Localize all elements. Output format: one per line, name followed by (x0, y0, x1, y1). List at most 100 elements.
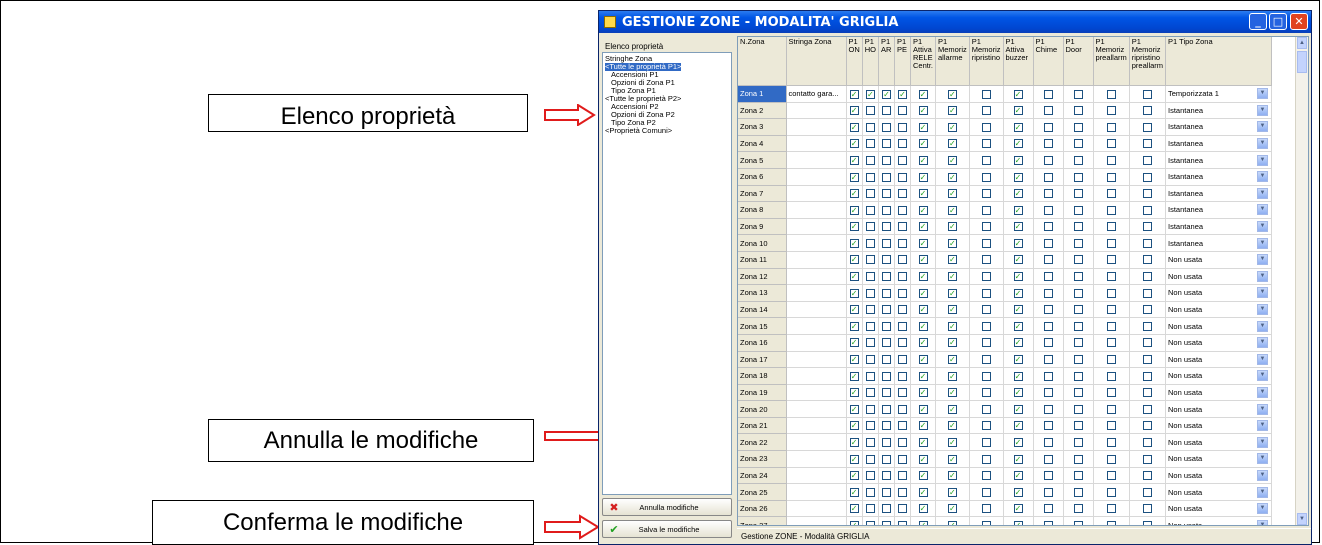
zone-type-select[interactable]: Istantanea ▼ (1168, 204, 1269, 216)
unchecked-checkbox[interactable] (1106, 238, 1116, 248)
zone-string-cell[interactable]: contatto gara... (786, 85, 847, 103)
unchecked-checkbox[interactable] (882, 321, 891, 331)
unchecked-checkbox[interactable] (898, 388, 907, 398)
checked-checkbox[interactable]: ✓ (918, 89, 928, 99)
unchecked-checkbox[interactable] (1043, 205, 1053, 215)
checked-checkbox[interactable]: ✓ (947, 272, 957, 282)
chevron-down-icon[interactable]: ▼ (1257, 436, 1269, 448)
checked-checkbox[interactable]: ✓ (918, 255, 928, 265)
checked-checkbox[interactable]: ✓ (947, 454, 957, 464)
checked-checkbox[interactable]: ✓ (898, 89, 907, 99)
unchecked-checkbox[interactable] (1043, 222, 1053, 232)
zone-number-cell[interactable]: Zona 19 (738, 384, 787, 402)
unchecked-checkbox[interactable] (1043, 371, 1053, 381)
column-header[interactable]: N.Zona (738, 37, 787, 86)
column-header[interactable]: P1 Memoriz ripristino (969, 37, 1004, 86)
unchecked-checkbox[interactable] (981, 338, 991, 348)
chevron-down-icon[interactable]: ▼ (1257, 187, 1269, 199)
unchecked-checkbox[interactable] (981, 238, 991, 248)
zone-type-select[interactable]: Istantanea ▼ (1168, 121, 1269, 133)
checked-checkbox[interactable]: ✓ (849, 321, 859, 331)
chevron-down-icon[interactable]: ▼ (1257, 104, 1269, 116)
unchecked-checkbox[interactable] (865, 371, 875, 381)
unchecked-checkbox[interactable] (1106, 272, 1116, 282)
unchecked-checkbox[interactable] (882, 222, 891, 232)
checked-checkbox[interactable]: ✓ (947, 520, 957, 525)
unchecked-checkbox[interactable] (898, 288, 907, 298)
checked-checkbox[interactable]: ✓ (918, 222, 928, 232)
unchecked-checkbox[interactable] (1073, 504, 1083, 514)
checked-checkbox[interactable]: ✓ (947, 404, 957, 414)
unchecked-checkbox[interactable] (1106, 438, 1116, 448)
checked-checkbox[interactable]: ✓ (947, 338, 957, 348)
unchecked-checkbox[interactable] (882, 172, 891, 182)
unchecked-checkbox[interactable] (898, 487, 907, 497)
checked-checkbox[interactable]: ✓ (849, 487, 859, 497)
checked-checkbox[interactable]: ✓ (947, 321, 957, 331)
chevron-down-icon[interactable]: ▼ (1257, 503, 1269, 515)
unchecked-checkbox[interactable] (882, 272, 891, 282)
unchecked-checkbox[interactable] (1106, 288, 1116, 298)
unchecked-checkbox[interactable] (1043, 504, 1053, 514)
chevron-down-icon[interactable]: ▼ (1257, 403, 1269, 415)
unchecked-checkbox[interactable] (865, 421, 875, 431)
scroll-down-icon[interactable]: ▼ (1297, 513, 1307, 525)
unchecked-checkbox[interactable] (1043, 305, 1053, 315)
checked-checkbox[interactable]: ✓ (947, 471, 957, 481)
chevron-down-icon[interactable]: ▼ (1257, 121, 1269, 133)
zone-number-cell[interactable]: Zona 27 (738, 516, 787, 525)
unchecked-checkbox[interactable] (898, 471, 907, 481)
checked-checkbox[interactable]: ✓ (1013, 371, 1023, 381)
checked-checkbox[interactable]: ✓ (1013, 388, 1023, 398)
unchecked-checkbox[interactable] (882, 371, 891, 381)
unchecked-checkbox[interactable] (1106, 454, 1116, 464)
unchecked-checkbox[interactable] (882, 288, 891, 298)
unchecked-checkbox[interactable] (1073, 139, 1083, 149)
checked-checkbox[interactable]: ✓ (918, 371, 928, 381)
unchecked-checkbox[interactable] (1142, 504, 1152, 514)
unchecked-checkbox[interactable] (882, 255, 891, 265)
unchecked-checkbox[interactable] (865, 172, 875, 182)
unchecked-checkbox[interactable] (882, 139, 891, 149)
zone-type-select[interactable]: Non usata ▼ (1168, 353, 1269, 365)
unchecked-checkbox[interactable] (981, 321, 991, 331)
unchecked-checkbox[interactable] (1073, 454, 1083, 464)
unchecked-checkbox[interactable] (1142, 321, 1152, 331)
zone-string-cell[interactable] (786, 433, 847, 452)
unchecked-checkbox[interactable] (865, 321, 875, 331)
checked-checkbox[interactable]: ✓ (918, 122, 928, 132)
unchecked-checkbox[interactable] (1073, 421, 1083, 431)
checked-checkbox[interactable]: ✓ (849, 388, 859, 398)
zone-type-select[interactable]: Temporizzata 1 ▼ (1168, 88, 1269, 100)
scroll-up-icon[interactable]: ▲ (1297, 37, 1307, 49)
checked-checkbox[interactable]: ✓ (1013, 172, 1023, 182)
checked-checkbox[interactable]: ✓ (1013, 205, 1023, 215)
zone-type-select[interactable]: Non usata ▼ (1168, 503, 1269, 515)
checked-checkbox[interactable]: ✓ (849, 155, 859, 165)
unchecked-checkbox[interactable] (981, 454, 991, 464)
unchecked-checkbox[interactable] (865, 122, 875, 132)
column-header[interactable]: Stringa Zona (786, 37, 847, 86)
unchecked-checkbox[interactable] (1106, 355, 1116, 365)
checked-checkbox[interactable]: ✓ (918, 355, 928, 365)
column-header[interactable]: P1 Door (1063, 37, 1094, 86)
checked-checkbox[interactable]: ✓ (947, 122, 957, 132)
zone-type-select[interactable]: Non usata ▼ (1168, 337, 1269, 349)
zone-number-cell[interactable]: Zona 7 (738, 185, 787, 203)
zone-string-cell[interactable] (786, 234, 847, 252)
unchecked-checkbox[interactable] (865, 222, 875, 232)
zone-type-select[interactable]: Istantanea ▼ (1168, 187, 1269, 199)
checked-checkbox[interactable]: ✓ (918, 238, 928, 248)
zone-string-cell[interactable] (786, 118, 847, 136)
unchecked-checkbox[interactable] (1073, 89, 1083, 99)
unchecked-checkbox[interactable] (981, 355, 991, 365)
checked-checkbox[interactable]: ✓ (947, 89, 957, 99)
checked-checkbox[interactable]: ✓ (918, 272, 928, 282)
unchecked-checkbox[interactable] (865, 272, 875, 282)
unchecked-checkbox[interactable] (882, 355, 891, 365)
unchecked-checkbox[interactable] (1073, 205, 1083, 215)
unchecked-checkbox[interactable] (1142, 122, 1152, 132)
checked-checkbox[interactable]: ✓ (849, 520, 859, 525)
unchecked-checkbox[interactable] (981, 438, 991, 448)
unchecked-checkbox[interactable] (1073, 355, 1083, 365)
